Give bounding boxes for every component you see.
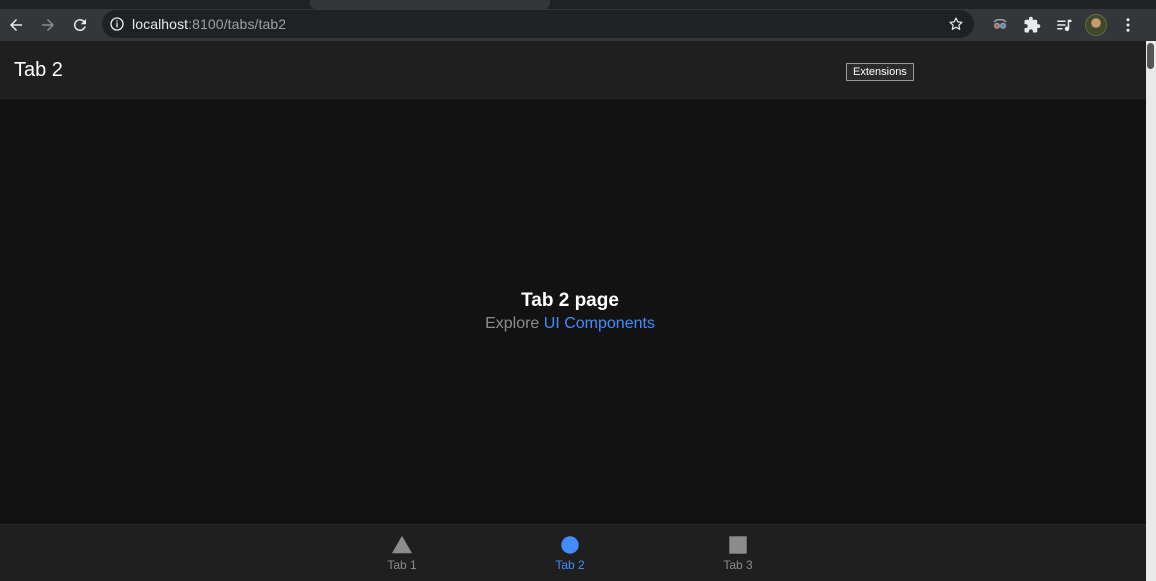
browser-toolbar: localhost:8100/tabs/tab2	[0, 9, 1156, 41]
explore-container: Tab 2 page Explore UI Components	[0, 289, 1140, 335]
square-icon	[729, 536, 747, 554]
address-bar[interactable]: localhost:8100/tabs/tab2	[102, 10, 974, 38]
back-button[interactable]	[0, 9, 32, 41]
tab-1-label: Tab 1	[387, 558, 417, 572]
extensions-tooltip: Extensions	[846, 63, 914, 81]
star-icon[interactable]	[948, 16, 964, 32]
profile-button[interactable]	[1080, 9, 1112, 41]
reload-button[interactable]	[64, 9, 96, 41]
tab-2-button[interactable]: Tab 2	[486, 525, 654, 581]
main-content: Tab 2 page Explore UI Components	[0, 99, 1146, 524]
avatar	[1085, 14, 1107, 36]
url-path: :8100/tabs/tab2	[188, 16, 287, 32]
page-scrollbar[interactable]	[1146, 41, 1156, 581]
content-heading: Tab 2 page	[521, 290, 619, 311]
browser-tabstrip	[0, 0, 1156, 9]
tab-3-label: Tab 3	[723, 558, 753, 572]
page-title: Tab 2	[14, 59, 63, 81]
tab-bar: Tab 1 Tab 2 Tab 3	[0, 524, 1146, 581]
puzzle-icon[interactable]	[1016, 9, 1048, 41]
triangle-icon	[391, 535, 413, 554]
forward-button[interactable]	[32, 9, 64, 41]
url-text[interactable]: localhost:8100/tabs/tab2	[132, 16, 286, 32]
explore-text: Explore UI Components	[0, 313, 1140, 335]
arrow-right-icon	[42, 19, 54, 31]
tab-3-button[interactable]: Tab 3	[654, 525, 822, 581]
ellipse-icon	[561, 536, 579, 554]
tab-1-button[interactable]: Tab 1	[318, 525, 486, 581]
media-queue-icon[interactable]	[1048, 9, 1080, 41]
ui-components-link[interactable]: UI Components	[544, 315, 655, 332]
scrollbar-thumb[interactable]	[1147, 43, 1154, 69]
arrow-left-icon	[10, 19, 22, 31]
kebab-menu-icon[interactable]	[1112, 9, 1144, 41]
browser-active-tab[interactable]	[310, 0, 550, 9]
extension-icon[interactable]	[984, 9, 1016, 41]
info-icon[interactable]	[102, 16, 132, 32]
explore-prefix: Explore	[485, 315, 540, 332]
app-header: Tab 2 Extensions	[0, 41, 1146, 99]
url-host: localhost	[132, 16, 189, 32]
tab-2-label: Tab 2	[555, 558, 585, 572]
reload-icon	[73, 19, 86, 32]
